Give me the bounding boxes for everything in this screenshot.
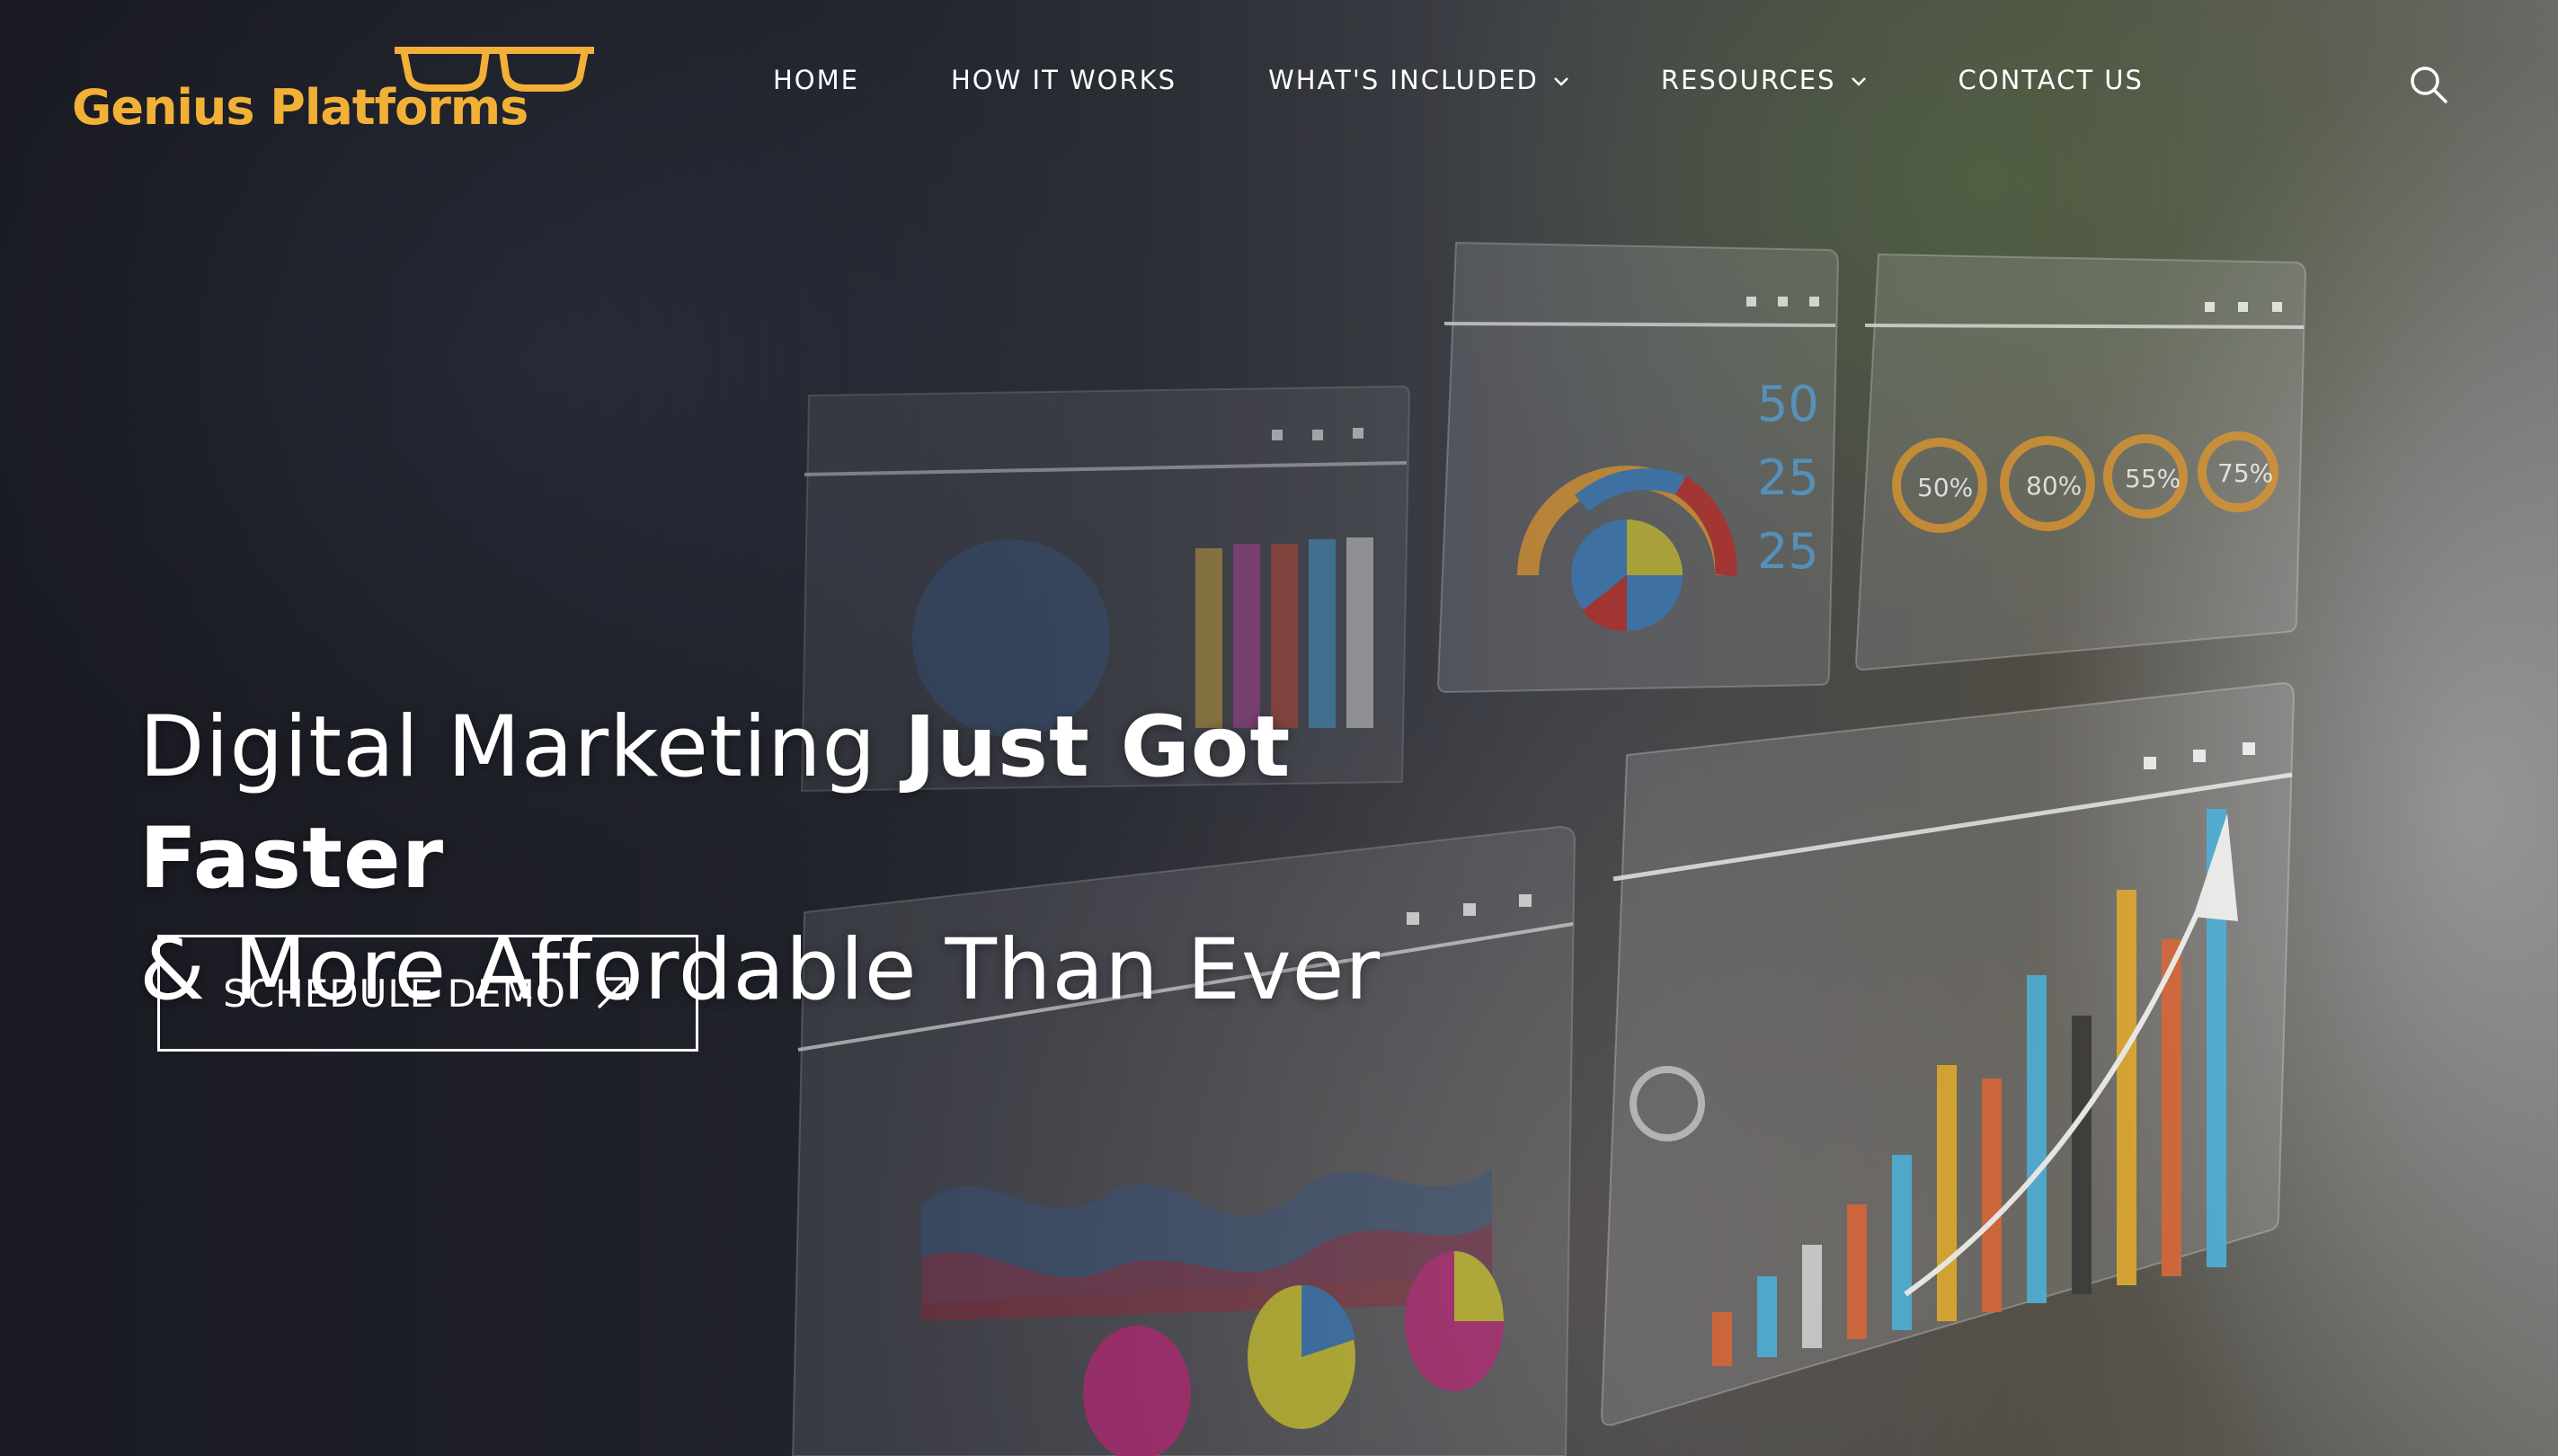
nav-label: HOW IT WORKS bbox=[950, 65, 1177, 95]
donut-label: 55% bbox=[2125, 464, 2181, 493]
nav-how-it-works[interactable]: HOW IT WORKS bbox=[951, 65, 1177, 95]
gauge-panel: 50 25 25 bbox=[1436, 241, 1840, 694]
arrow-up-right-icon bbox=[597, 977, 629, 1009]
headline-part1: Digital Marketing bbox=[139, 698, 905, 796]
nav-label: WHAT'S INCLUDED bbox=[1268, 65, 1539, 95]
cta-label: SCHEDULE DEMO bbox=[223, 971, 566, 1016]
nav-resources[interactable]: RESOURCES bbox=[1661, 65, 1867, 95]
donut-label: 75% bbox=[2217, 458, 2273, 488]
search-icon[interactable] bbox=[2409, 65, 2448, 104]
hero-section: 50 25 25 50% 80% 55% 75% Genius Platform… bbox=[0, 0, 2558, 1456]
chevron-down-icon bbox=[1851, 77, 1866, 86]
main-nav: HOME HOW IT WORKS WHAT'S INCLUDED RESOUR… bbox=[773, 65, 2144, 95]
nav-label: HOME bbox=[773, 65, 859, 95]
gauge-number: 25 bbox=[1757, 523, 1819, 580]
nav-label: RESOURCES bbox=[1660, 65, 1836, 95]
donut-label: 80% bbox=[2026, 471, 2082, 501]
nav-home[interactable]: HOME bbox=[773, 65, 859, 95]
site-header: Genius Platforms HOME HOW IT WORKS WHAT'… bbox=[0, 0, 2558, 171]
schedule-demo-button[interactable]: SCHEDULE DEMO bbox=[157, 935, 698, 1052]
gauge-number: 50 bbox=[1757, 376, 1819, 432]
chevron-down-icon bbox=[1554, 77, 1568, 86]
gauge-number: 25 bbox=[1757, 449, 1819, 506]
nav-label: CONTACT US bbox=[1958, 65, 2144, 95]
brand-name: Genius Platforms bbox=[72, 79, 528, 136]
brand-logo[interactable]: Genius Platforms bbox=[72, 43, 594, 142]
nav-contact-us[interactable]: CONTACT US bbox=[1958, 65, 2144, 95]
bar-panel bbox=[1600, 681, 2296, 1426]
donuts-panel: 50% 80% 55% 75% bbox=[1854, 253, 2307, 671]
donut-label: 50% bbox=[1917, 473, 1973, 502]
nav-whats-included[interactable]: WHAT'S INCLUDED bbox=[1268, 65, 1569, 95]
